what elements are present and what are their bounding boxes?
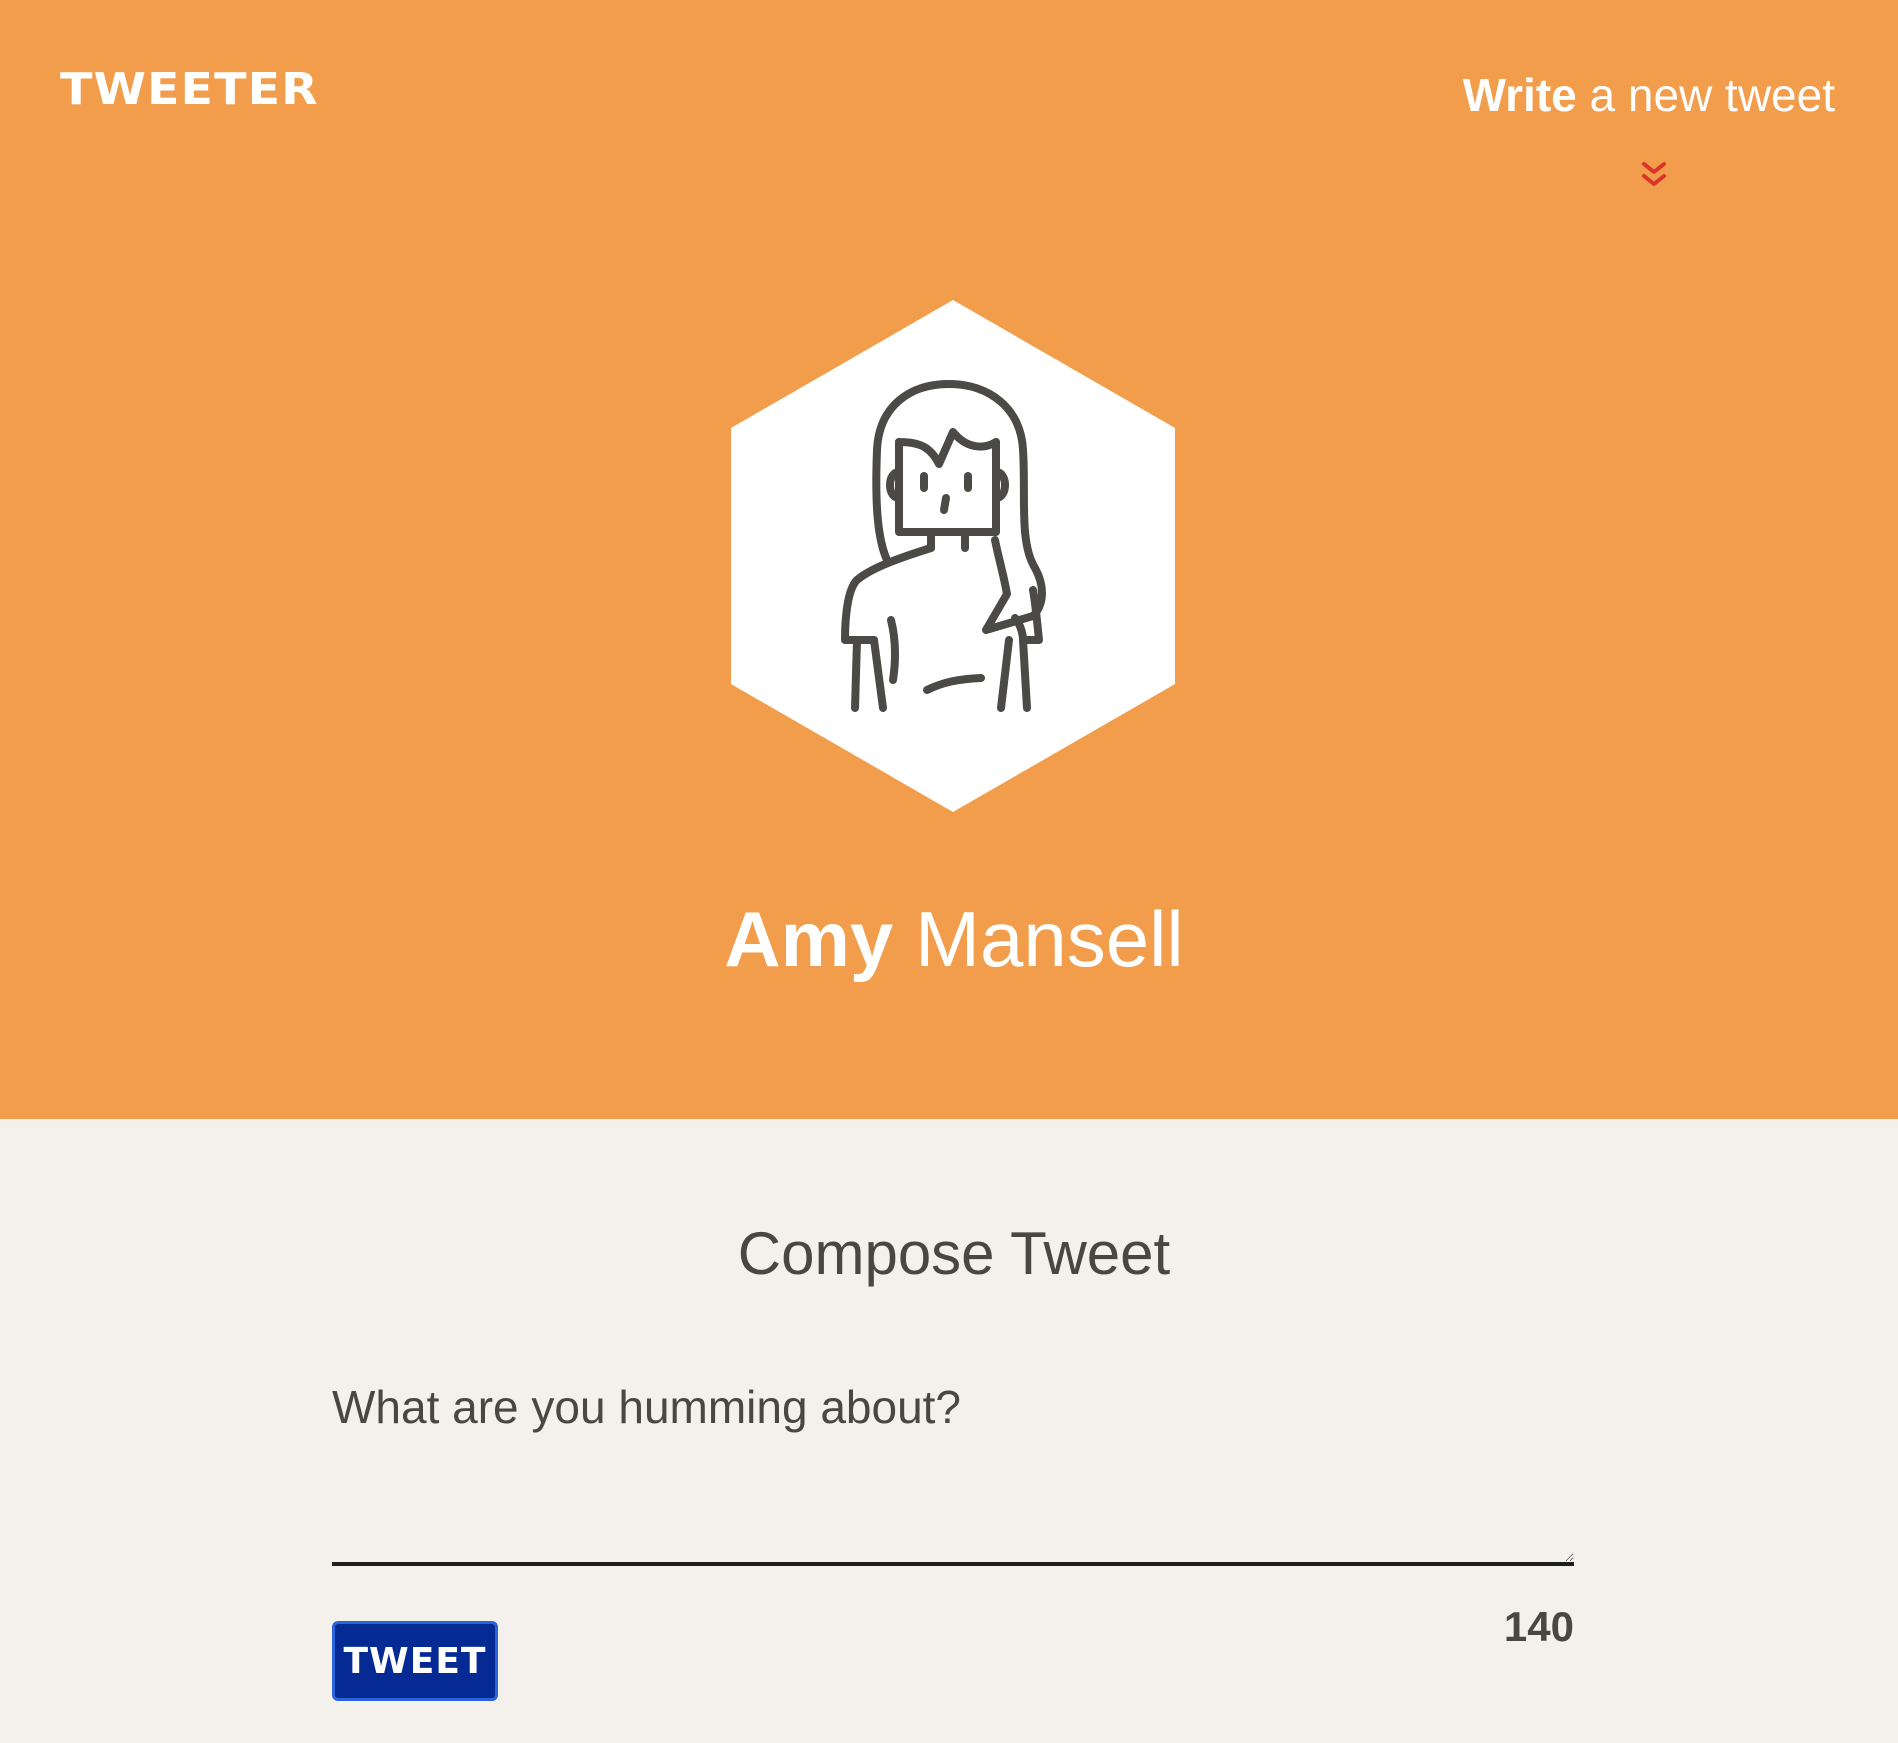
write-link-rest: a new tweet [1589,69,1835,121]
chevron-double-down-icon[interactable] [1640,160,1668,190]
write-link-strong: Write [1462,69,1577,121]
woman-avatar-icon [731,300,1175,812]
tweet-button[interactable]: TWEET [332,1621,498,1701]
profile-name: Amy Mansell [0,900,1898,978]
profile-first-name: Amy [724,895,894,983]
write-new-tweet-link[interactable]: Write a new tweet [1463,70,1835,121]
brand-logo: TWEETER [60,64,319,115]
page: TWEETER Write a new tweet Amy Mansell Co… [0,0,1898,1743]
compose-title: Compose Tweet [737,1220,1171,1287]
profile-last-name: Mansell [914,895,1184,983]
tweet-text-input[interactable] [332,1380,1574,1566]
profile-header: TWEETER Write a new tweet Amy Mansell [0,0,1898,1119]
char-counter: 140 [1503,1603,1574,1650]
